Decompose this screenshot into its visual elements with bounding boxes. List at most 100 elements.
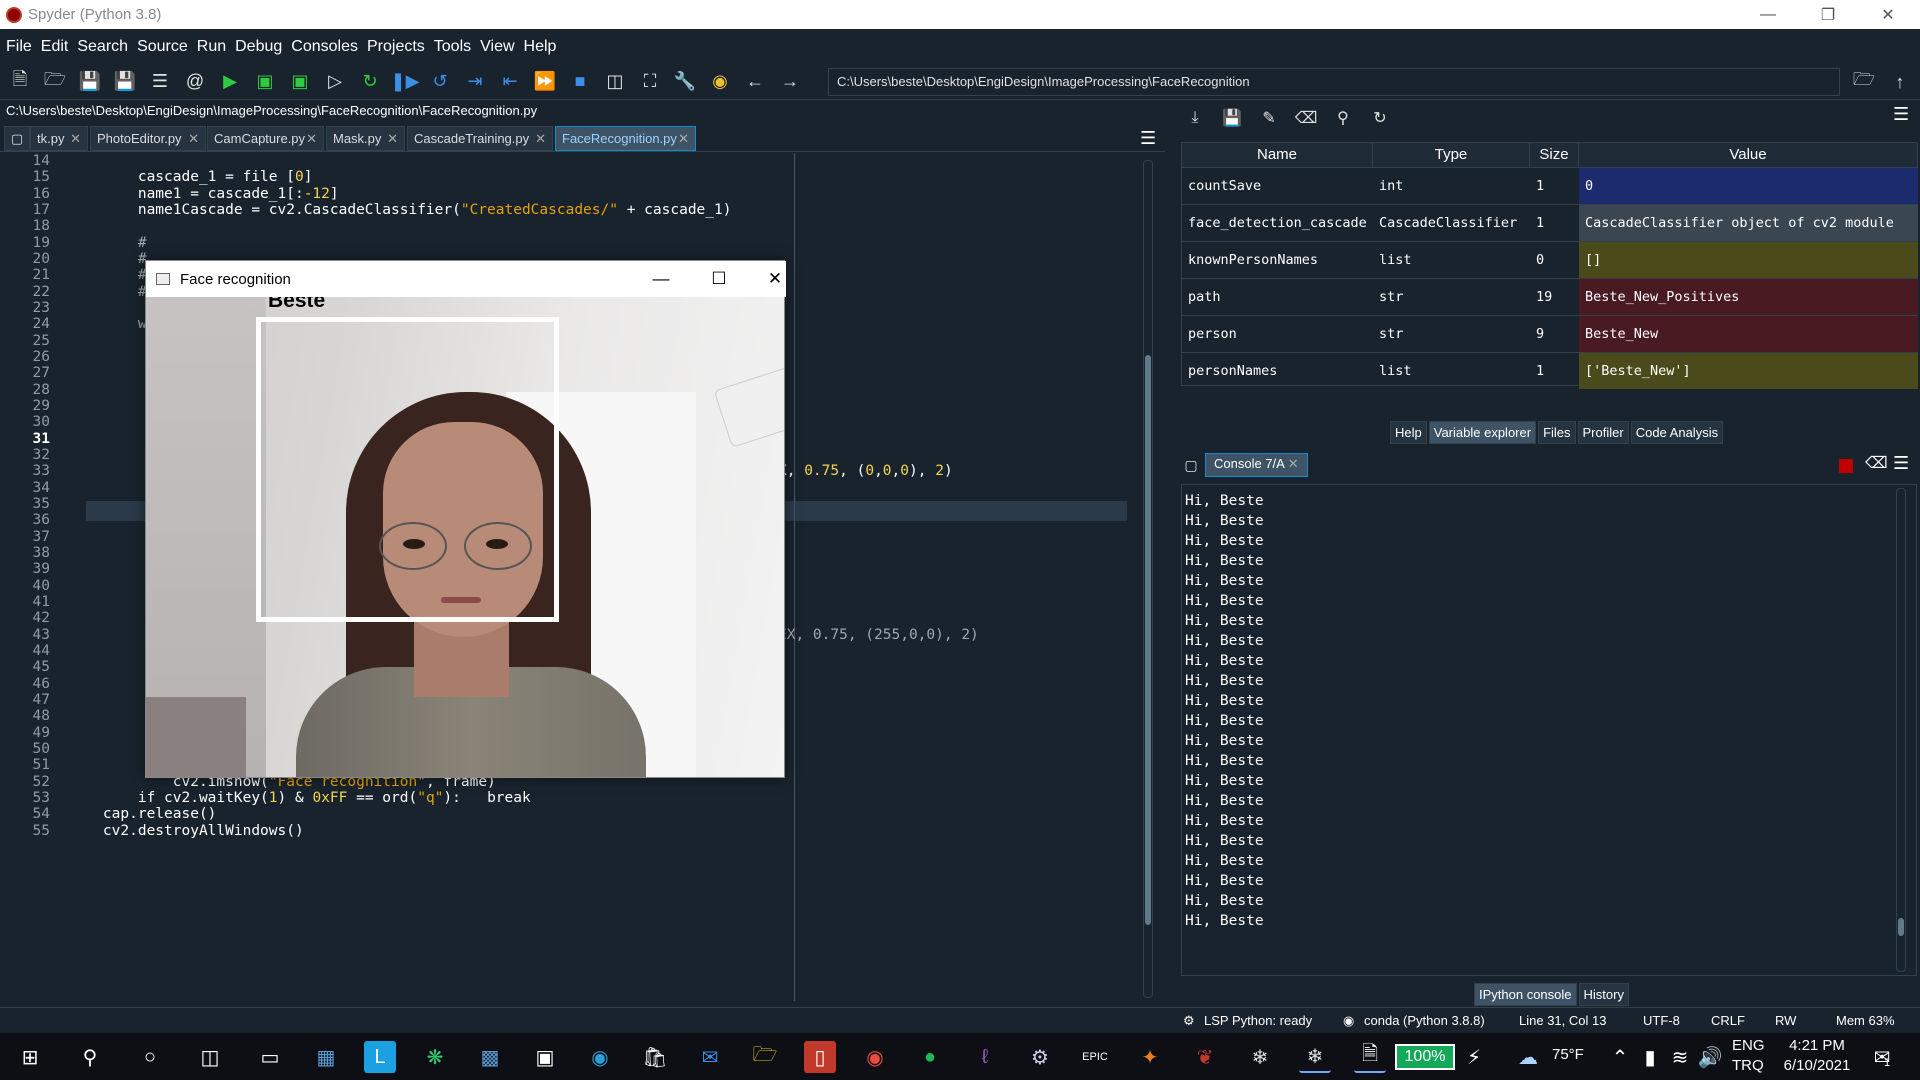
step-into-icon[interactable]: ⇥ xyxy=(461,68,489,96)
run-cell-icon[interactable]: ▣ xyxy=(251,68,279,96)
menu-view[interactable]: View xyxy=(480,38,514,56)
minimize-button[interactable]: — xyxy=(1740,0,1796,29)
back-arrow-icon[interactable]: ← xyxy=(741,68,769,96)
show-hidden-icons-icon[interactable]: ⌃ xyxy=(1604,1041,1636,1073)
spyder-icon[interactable]: ❄ xyxy=(1244,1041,1276,1073)
console-scrollbar[interactable] xyxy=(1896,488,1906,972)
at-icon[interactable]: @ xyxy=(181,68,209,96)
close-tab-icon[interactable]: ✕ xyxy=(387,127,398,150)
epic-games-icon[interactable]: EPIC xyxy=(1079,1041,1111,1073)
open-file-icon[interactable]: 🗁 xyxy=(41,68,69,96)
battery-tray-icon[interactable]: ▮ xyxy=(1634,1041,1666,1073)
variable-value-cell[interactable]: 0 xyxy=(1579,168,1918,204)
volume-icon[interactable]: 🔊 xyxy=(1694,1041,1726,1073)
browse-folder-icon[interactable]: 🗁 xyxy=(1850,68,1878,96)
console-options-menu-icon[interactable]: ☰ xyxy=(1893,453,1909,474)
input-language[interactable]: ENG xyxy=(1732,1037,1765,1054)
menu-projects[interactable]: Projects xyxy=(367,38,425,56)
working-directory-input[interactable]: C:\Users\beste\Desktop\EngiDesign\ImageP… xyxy=(828,68,1840,96)
visual-studio-icon[interactable]: ℓ xyxy=(969,1041,1001,1073)
variable-value-cell[interactable]: Beste_New_Positives xyxy=(1579,279,1918,315)
forward-arrow-icon[interactable]: → xyxy=(776,68,804,96)
tab-code-analysis[interactable]: Code Analysis xyxy=(1630,421,1724,444)
console-scrollbar-thumb[interactable] xyxy=(1898,918,1904,936)
weather-cloud-icon[interactable]: ☁ xyxy=(1512,1041,1544,1073)
save-data-as-icon[interactable]: ✎ xyxy=(1255,104,1283,132)
menu-help[interactable]: Help xyxy=(524,38,557,56)
debug-icon[interactable]: ❚▶ xyxy=(391,68,420,96)
browse-tabs-icon[interactable]: ▢ xyxy=(4,126,30,151)
notifications-icon[interactable]: ✉ xyxy=(1866,1041,1898,1073)
steam-icon[interactable]: ⚙ xyxy=(1024,1041,1056,1073)
import-data-icon[interactable]: ⤓ xyxy=(1181,104,1209,132)
tab-photoeditor[interactable]: PhotoEditor.py ✕ xyxy=(90,126,206,151)
column-header-value[interactable]: Value xyxy=(1579,143,1918,167)
mail-icon[interactable]: ✉ xyxy=(694,1041,726,1073)
menu-run[interactable]: Run xyxy=(197,38,226,56)
close-button[interactable]: ✕ xyxy=(1860,0,1916,29)
variable-value-cell[interactable]: [] xyxy=(1579,242,1918,278)
parent-directory-icon[interactable]: ↑ xyxy=(1886,68,1914,96)
run-selection-icon[interactable]: ▷ xyxy=(321,68,349,96)
xmind-icon[interactable]: ❋ xyxy=(419,1041,451,1073)
menu-tools[interactable]: Tools xyxy=(434,38,471,56)
preferences-wrench-icon[interactable]: 🔧 xyxy=(671,68,699,96)
close-tab-icon[interactable]: ✕ xyxy=(535,127,546,150)
input-method[interactable]: TRQ xyxy=(1732,1057,1764,1074)
variable-value-cell[interactable]: CascadeClassifier object of cv2 module xyxy=(1579,205,1918,241)
column-header-size[interactable]: Size xyxy=(1530,143,1579,167)
calculator-icon[interactable]: ▦ xyxy=(310,1041,342,1073)
photos-icon[interactable]: ▣ xyxy=(529,1041,561,1073)
tab-profiler[interactable]: Profiler xyxy=(1577,421,1629,444)
search-icon[interactable]: ⚲ xyxy=(74,1041,106,1073)
temperature[interactable]: 75°F xyxy=(1552,1046,1584,1063)
chrome-icon[interactable]: ◉ xyxy=(859,1041,891,1073)
wifi-icon[interactable]: ≋ xyxy=(1664,1041,1696,1073)
step-return-icon[interactable]: ⇤ xyxy=(496,68,524,96)
tab-facerecognition[interactable]: FaceRecognition.py ✕ xyxy=(555,126,696,151)
variable-row[interactable]: face_detection_cascade CascadeClassifier 1… xyxy=(1182,204,1918,241)
continue-icon[interactable]: ⏩ xyxy=(531,68,559,96)
variable-row[interactable]: person str 9 Beste_New xyxy=(1182,315,1918,352)
clock-date[interactable]: 6/10/2021 xyxy=(1776,1057,1858,1074)
python-path-icon[interactable]: ◉ xyxy=(706,68,734,96)
lsp-status[interactable]: LSP Python: ready xyxy=(1204,1013,1312,1028)
tab-mask[interactable]: Mask.py ✕ xyxy=(326,126,405,151)
cortana-icon[interactable]: ○ xyxy=(134,1041,166,1073)
maximize-pane-icon[interactable]: ◫ xyxy=(601,68,629,96)
menu-search[interactable]: Search xyxy=(77,38,128,56)
face-window-minimize-button[interactable]: — xyxy=(638,261,684,297)
env-status[interactable]: conda (Python 3.8.8) xyxy=(1364,1013,1485,1028)
close-console-icon[interactable]: ✕ xyxy=(1288,456,1299,471)
variable-value-cell[interactable]: ['Beste_New'] xyxy=(1579,353,1918,389)
new-file-icon[interactable]: 🗎 xyxy=(6,68,34,96)
face-recognition-window[interactable]: Face recognition — ☐ ✕ Beste xyxy=(145,260,786,778)
save-data-icon[interactable]: 💾 xyxy=(1218,104,1246,132)
close-tab-icon[interactable]: ✕ xyxy=(70,127,81,150)
save-all-icon[interactable]: 💾 xyxy=(111,68,139,96)
spotify-icon[interactable]: ● xyxy=(914,1041,946,1073)
menu-consoles[interactable]: Consoles xyxy=(291,38,358,56)
tab-history[interactable]: History xyxy=(1578,983,1629,1006)
search-icon[interactable]: ⚲ xyxy=(1329,104,1357,132)
menu-file[interactable]: File xyxy=(6,38,32,56)
start-windows-icon[interactable]: ⊞ xyxy=(14,1041,46,1073)
tab-tk[interactable]: tk.py ✕ xyxy=(30,126,88,151)
store-icon[interactable]: 🛍 xyxy=(639,1041,671,1073)
clock-time[interactable]: 4:21 PM xyxy=(1782,1037,1852,1054)
face-window-close-button[interactable]: ✕ xyxy=(752,261,798,297)
step-icon[interactable]: ↺ xyxy=(426,68,454,96)
menu-edit[interactable]: Edit xyxy=(41,38,69,56)
refresh-icon[interactable]: ↻ xyxy=(1366,104,1394,132)
tab-variable-explorer[interactable]: Variable explorer xyxy=(1428,421,1537,444)
file-explorer-icon[interactable]: 🗁 xyxy=(749,1041,781,1073)
variable-value-cell[interactable]: Beste_New xyxy=(1579,316,1918,352)
l-app-icon[interactable]: L xyxy=(364,1041,396,1073)
close-tab-icon[interactable]: ✕ xyxy=(306,127,317,150)
interrupt-kernel-icon[interactable] xyxy=(1839,459,1853,473)
variable-row[interactable]: countSave int 1 0 xyxy=(1182,167,1918,204)
app-red-icon[interactable]: ❦ xyxy=(1189,1041,1221,1073)
edge-browser-icon[interactable]: ◉ xyxy=(584,1041,616,1073)
face-window-titlebar[interactable]: Face recognition — ☐ ✕ xyxy=(146,261,786,297)
variable-row[interactable]: personNames list 1 ['Beste_New'] xyxy=(1182,352,1918,389)
